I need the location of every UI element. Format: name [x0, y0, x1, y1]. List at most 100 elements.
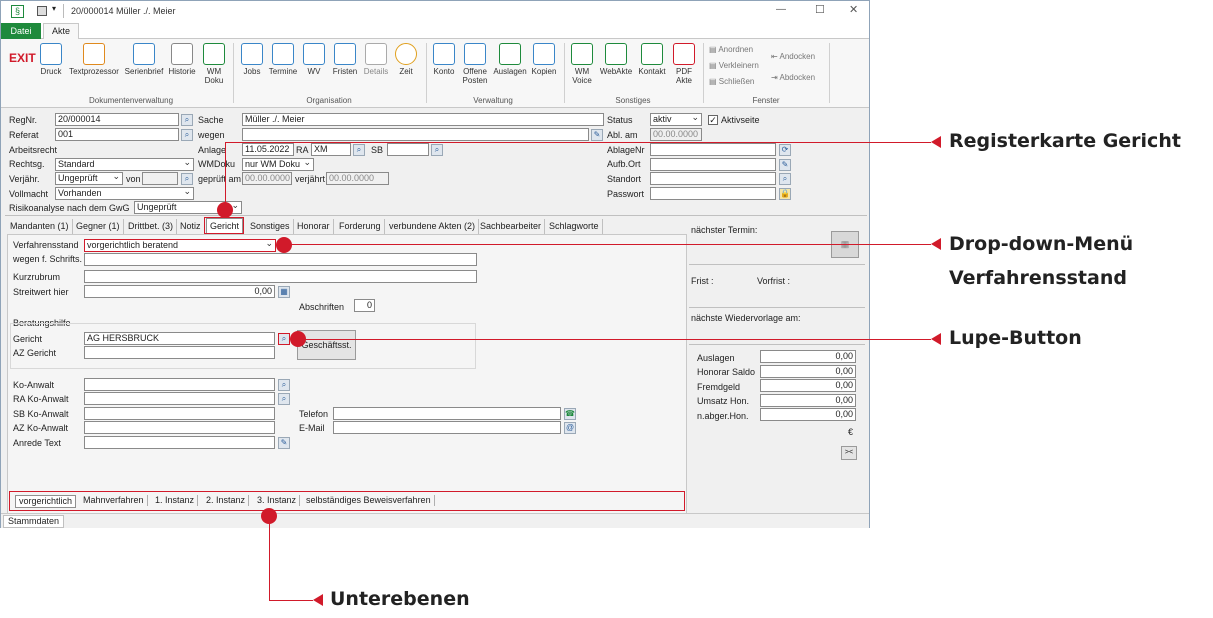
telefon-field[interactable]: [333, 407, 561, 420]
wmdoku-button[interactable]: WM Doku: [200, 43, 228, 85]
passwort-field[interactable]: [650, 187, 776, 200]
wmvoice-button[interactable]: WM Voice: [569, 43, 595, 85]
rechtsg-select[interactable]: Standard: [55, 158, 194, 171]
anrede-field[interactable]: [84, 436, 275, 449]
referat-search-icon[interactable]: ⌕: [181, 129, 193, 141]
standort-search-icon[interactable]: ⌕: [779, 173, 791, 185]
termine-button[interactable]: Termine: [267, 43, 299, 76]
anordnen-button[interactable]: ▤ Anordnen: [709, 45, 753, 54]
tab-1-instanz[interactable]: 1. Instanz: [152, 495, 199, 506]
tab-verbundene-akten[interactable]: verbundene Akten (2): [386, 219, 480, 234]
druck-button[interactable]: Druck: [37, 43, 65, 76]
tab-datei[interactable]: Datei: [1, 23, 41, 39]
abl-field[interactable]: 00.00.0000: [650, 128, 702, 141]
ablagenr-icon[interactable]: ⟳: [779, 144, 791, 156]
ra-ko-anwalt-field[interactable]: [84, 392, 275, 405]
az-gericht-field[interactable]: [84, 346, 275, 359]
tab-3-instanz[interactable]: 3. Instanz: [254, 495, 301, 506]
tab-honorar[interactable]: Honorar: [294, 219, 334, 234]
minimize-button[interactable]: —: [776, 4, 786, 15]
wegen-edit-icon[interactable]: ✎: [591, 129, 603, 141]
tab-vorgerichtlich[interactable]: vorgerichtlich: [15, 495, 77, 508]
verjaehr-select[interactable]: Ungeprüft: [55, 172, 123, 185]
von-field[interactable]: [142, 172, 178, 185]
geprueft-field[interactable]: 00.00.0000: [242, 172, 292, 185]
wegen-schrifts-field[interactable]: [84, 253, 477, 266]
status-select[interactable]: aktiv: [650, 113, 702, 126]
aktivseite-checkbox[interactable]: ✓: [708, 115, 718, 125]
abdocken-button[interactable]: ⇥ Abdocken: [771, 73, 815, 82]
ra-ko-anwalt-search-icon[interactable]: ⌕: [278, 393, 290, 405]
tab-gegner[interactable]: Gegner (1): [73, 219, 124, 234]
referat-field[interactable]: 001: [55, 128, 179, 141]
verjaehrt-field[interactable]: 00.00.0000: [326, 172, 389, 185]
regnr-field[interactable]: 20/000014: [55, 113, 179, 126]
textprozessor-button[interactable]: Textprozessor: [67, 43, 121, 76]
maximize-button[interactable]: ☐: [815, 3, 825, 16]
standort-field[interactable]: [650, 172, 776, 185]
details-button[interactable]: Details: [362, 43, 390, 76]
verfahrensstand-select[interactable]: vorgerichtlich beratend: [84, 239, 276, 252]
von-search-icon[interactable]: ⌕: [181, 173, 193, 185]
historie-button[interactable]: Historie: [166, 43, 198, 76]
wv-button[interactable]: WV: [301, 43, 327, 76]
regnr-search-icon[interactable]: ⌕: [181, 114, 193, 126]
tab-akte[interactable]: Akte: [43, 23, 79, 40]
anlage-field[interactable]: 11.05.2022: [242, 143, 294, 156]
kontakt-button[interactable]: Kontakt: [636, 43, 668, 76]
exit-button[interactable]: EXIT: [9, 51, 36, 65]
tab-forderung[interactable]: Forderung: [336, 219, 385, 234]
calculator-icon[interactable]: ▦: [278, 286, 290, 298]
auslagen-button[interactable]: Auslagen: [492, 43, 528, 76]
tab-mandanten[interactable]: Mandanten (1): [7, 219, 73, 234]
webakte-button[interactable]: WebAkte: [598, 43, 634, 76]
app-icon[interactable]: §: [11, 5, 24, 18]
serienbrief-button[interactable]: Serienbrief: [122, 43, 166, 76]
ra-field[interactable]: XM: [311, 143, 351, 156]
lock-icon[interactable]: 🔒: [779, 188, 791, 200]
verkleinern-button[interactable]: ▤ Verkleinern: [709, 61, 759, 70]
qat-dropdown-icon[interactable]: ▾: [52, 4, 56, 13]
schliessen-button[interactable]: ▤ Schließen: [709, 77, 754, 86]
jobs-button[interactable]: Jobs: [239, 43, 265, 76]
phone-icon[interactable]: ☎: [564, 408, 576, 420]
kurzrubrum-field[interactable]: [84, 270, 477, 283]
sb-search-icon[interactable]: ⌕: [431, 144, 443, 156]
andocken-button[interactable]: ⇤ Andocken: [771, 52, 815, 61]
sb-ko-anwalt-field[interactable]: [84, 407, 275, 420]
offene-posten-button[interactable]: Offene Posten: [459, 43, 491, 85]
tab-mahnverfahren[interactable]: Mahnverfahren: [80, 495, 148, 506]
pdfakte-button[interactable]: PDF Akte: [671, 43, 697, 85]
kopien-button[interactable]: Kopien: [529, 43, 559, 76]
ablagenr-field[interactable]: [650, 143, 776, 156]
gericht-field[interactable]: AG HERSBRUCK: [84, 332, 275, 345]
email-field[interactable]: [333, 421, 561, 434]
gericht-search-icon[interactable]: ⌕: [278, 333, 290, 345]
save-icon[interactable]: [37, 6, 47, 16]
vollmacht-select[interactable]: Vorhanden: [55, 187, 194, 200]
sb-field[interactable]: [387, 143, 429, 156]
email-icon[interactable]: @: [564, 422, 576, 434]
abschriften-field[interactable]: 0: [354, 299, 375, 312]
az-ko-anwalt-field[interactable]: [84, 421, 275, 434]
stammdaten-tab[interactable]: Stammdaten: [3, 515, 65, 528]
konto-button[interactable]: Konto: [431, 43, 457, 76]
tab-2-instanz[interactable]: 2. Instanz: [203, 495, 250, 506]
zeit-button[interactable]: Zeit: [393, 43, 419, 76]
tab-schlagworte[interactable]: Schlagworte: [546, 219, 603, 234]
tab-selbstaendiges-beweisverfahren[interactable]: selbständiges Beweisverfahren: [303, 495, 435, 506]
ko-anwalt-search-icon[interactable]: ⌕: [278, 379, 290, 391]
wegen-field[interactable]: [242, 128, 589, 141]
wmdoku-select[interactable]: nur WM Doku: [242, 158, 314, 171]
geschaeftsst-button[interactable]: Geschäftsst.: [297, 330, 356, 360]
close-button[interactable]: ✕: [849, 3, 858, 16]
tab-drittbet[interactable]: Drittbet. (3): [125, 219, 178, 234]
collapse-panel-button[interactable]: ><: [841, 446, 857, 460]
aufb-edit-icon[interactable]: ✎: [779, 159, 791, 171]
ko-anwalt-field[interactable]: [84, 378, 275, 391]
tab-notiz[interactable]: Notiz: [177, 219, 205, 234]
sache-field[interactable]: Müller ./. Meier: [242, 113, 604, 126]
tab-sachbearbeiter[interactable]: Sachbearbeiter: [477, 219, 546, 234]
streitwert-field[interactable]: 0,00: [84, 285, 275, 298]
ra-search-icon[interactable]: ⌕: [353, 144, 365, 156]
